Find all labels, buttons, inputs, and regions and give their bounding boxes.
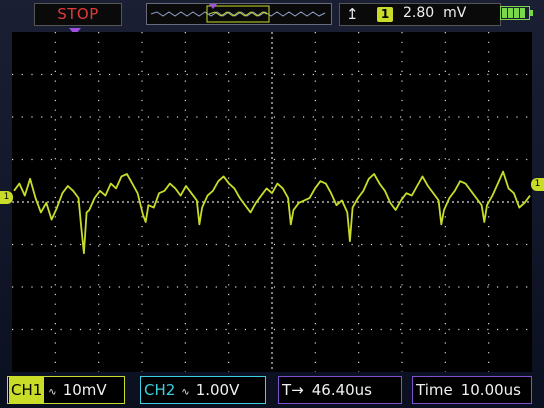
- oscilloscope-screen: STOP ↥ 1 2.80 mV 1 1 CH1 ∿ 10mV CH2 ∿ 1.…: [0, 0, 544, 408]
- memory-overview-bar[interactable]: [146, 3, 332, 25]
- rising-edge-icon: ↥: [346, 5, 359, 23]
- ch2-volts-div: 1.00V: [195, 381, 240, 399]
- bottom-settings-bar: CH1 ∿ 10mV CH2 ∿ 1.00V T→ 46.40us Time 10.00us: [0, 376, 544, 408]
- memory-overview-waveform: [150, 4, 326, 23]
- trigger-delay-label: T→: [282, 381, 304, 399]
- ch1-volts-div: 10mV: [62, 381, 107, 399]
- battery-icon: [500, 6, 530, 20]
- ch1-offset-marker[interactable]: 1: [0, 191, 13, 204]
- timebase-value: 10.00us: [460, 381, 521, 399]
- run-stop-status[interactable]: STOP: [34, 3, 122, 26]
- waveform-grid: [12, 32, 532, 372]
- waveform-display[interactable]: [12, 32, 532, 372]
- ch2-settings[interactable]: CH2 ∿ 1.00V: [140, 376, 266, 404]
- timebase-label: Time: [416, 381, 453, 399]
- trigger-delay-value: 46.40us: [311, 381, 372, 399]
- trigger-delay-settings[interactable]: T→ 46.40us: [278, 376, 402, 404]
- ch2-label: CH2: [144, 381, 176, 399]
- ch1-settings[interactable]: CH1 ∿ 10mV: [7, 376, 125, 404]
- top-status-bar: STOP ↥ 1 2.80 mV: [0, 0, 544, 28]
- trigger-source-badge: 1: [377, 7, 393, 22]
- ac-coupling-icon: ∿: [48, 387, 57, 398]
- trigger-level: 2.80 mV: [403, 5, 467, 21]
- trigger-level-marker[interactable]: 1: [531, 178, 544, 191]
- timebase-settings[interactable]: Time 10.00us: [412, 376, 532, 404]
- ch1-label: CH1: [9, 377, 45, 403]
- ac-coupling-icon: ∿: [181, 387, 190, 398]
- battery-tip: [530, 10, 533, 16]
- trigger-settings[interactable]: ↥ 1 2.80 mV: [339, 3, 501, 26]
